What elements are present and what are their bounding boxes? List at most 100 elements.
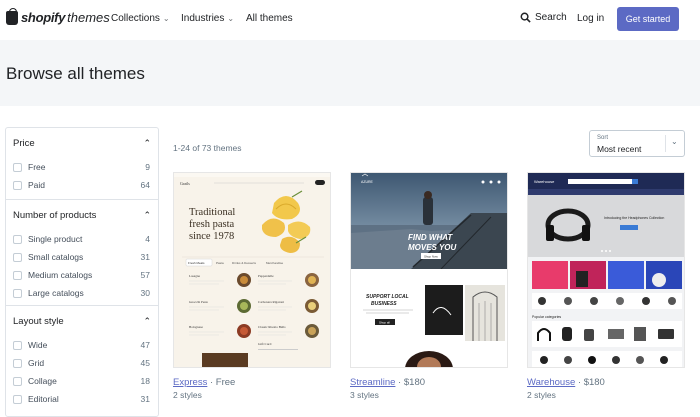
theme-styles-count: 2 styles bbox=[173, 390, 202, 400]
filter-option-count: 9 bbox=[145, 162, 150, 172]
search-button[interactable]: Search bbox=[520, 12, 567, 23]
filter-header-layout-style[interactable]: Layout style ⌃ bbox=[6, 306, 158, 336]
nav-industries-label: Industries bbox=[181, 13, 225, 24]
filter-option-editorial[interactable]: Editorial 31 bbox=[6, 390, 158, 408]
filter-title: Number of products bbox=[13, 209, 97, 221]
nav-collections-label: Collections bbox=[111, 13, 160, 24]
chevron-down-icon: ⌄ bbox=[671, 137, 678, 146]
checkbox[interactable] bbox=[13, 288, 22, 298]
results-count: 1-24 of 73 themes bbox=[173, 143, 242, 153]
preview-section: Popular categories bbox=[532, 315, 561, 319]
theme-card-express[interactable]: Grails Traditional fresh pasta since 197… bbox=[173, 172, 331, 368]
preview-item: Classic Risotto Balls bbox=[258, 325, 286, 329]
preview-sub-button: Shop all bbox=[379, 321, 390, 325]
filter-option-count: 31 bbox=[140, 394, 150, 404]
filter-option-label: Paid bbox=[28, 180, 46, 190]
filter-option-small-catalogs[interactable]: Small catalogs 31 bbox=[6, 248, 158, 266]
preview-tab: Drinks & Desserts bbox=[232, 261, 257, 265]
theme-caption-streamline: Streamline · $180 bbox=[350, 377, 425, 388]
filter-sidebar: Price ⌃ Free 9 Paid 64 Number of products ⌃ … bbox=[5, 127, 159, 417]
chevron-down-icon: ⌄ bbox=[162, 14, 170, 23]
preview-brand: Warehouse bbox=[534, 179, 555, 184]
theme-card-warehouse[interactable]: Warehouse Introducing the Headphones Col… bbox=[527, 172, 685, 368]
theme-preview-streamline: AZURE FIND WHAT MOVES YOU Shop Now SUPPO… bbox=[351, 173, 507, 367]
preview-headline-2: fresh pasta bbox=[189, 219, 235, 230]
theme-name-link[interactable]: Express bbox=[173, 377, 207, 388]
chevron-down-icon: ⌄ bbox=[227, 14, 235, 23]
filter-option-count: 64 bbox=[140, 180, 150, 190]
filter-section-price: Price ⌃ Free 9 Paid 64 bbox=[6, 128, 158, 200]
filter-title: Layout style bbox=[13, 315, 64, 327]
filter-option-count: 30 bbox=[140, 288, 150, 298]
preview-item: Carbonara Rigatoni bbox=[258, 300, 284, 304]
checkbox[interactable] bbox=[13, 394, 22, 404]
filter-option-free[interactable]: Free 9 bbox=[6, 158, 158, 176]
search-label: Search bbox=[535, 12, 567, 23]
filter-option-wide[interactable]: Wide 47 bbox=[6, 336, 158, 354]
sort-value: Most recent bbox=[597, 144, 642, 154]
filter-option-label: Wide bbox=[28, 340, 48, 350]
logo-light-text: themes bbox=[67, 10, 110, 25]
preview-tab: Fresh Meals bbox=[188, 261, 205, 265]
theme-name-link[interactable]: Warehouse bbox=[527, 377, 575, 388]
filter-option-label: Single product bbox=[28, 234, 83, 244]
filter-section-layout-style: Layout style ⌃ Wide 47 Grid 45 Collage 18 Ed… bbox=[6, 306, 158, 408]
filter-option-label: Grid bbox=[28, 358, 45, 368]
preview-item: Bolognese bbox=[189, 325, 203, 329]
filter-header-price[interactable]: Price ⌃ bbox=[6, 128, 158, 158]
shopify-bag-icon bbox=[6, 7, 18, 25]
theme-name-link[interactable]: Streamline bbox=[350, 377, 395, 388]
filter-option-label: Large catalogs bbox=[28, 288, 84, 298]
nav-collections[interactable]: Collections ⌄ bbox=[111, 13, 170, 24]
theme-preview-express: Grails Traditional fresh pasta since 197… bbox=[174, 173, 330, 367]
filter-option-label: Collage bbox=[28, 376, 57, 386]
theme-price-separator: · bbox=[207, 377, 216, 388]
filter-option-collage[interactable]: Collage 18 bbox=[6, 372, 158, 390]
login-link[interactable]: Log in bbox=[577, 13, 604, 24]
checkbox[interactable] bbox=[13, 376, 22, 386]
checkbox[interactable] bbox=[13, 340, 22, 350]
theme-card-streamline[interactable]: AZURE FIND WHAT MOVES YOU Shop Now SUPPO… bbox=[350, 172, 508, 368]
preview-item: Gnocchi Pesto bbox=[189, 300, 208, 304]
site-header: shopify themes Collections ⌄ Industries ⌄ … bbox=[0, 0, 700, 40]
filter-option-count: 45 bbox=[140, 358, 150, 368]
preview-headline-1: Traditional bbox=[189, 207, 235, 218]
filter-option-paid[interactable]: Paid 64 bbox=[6, 176, 158, 194]
chevron-up-icon: ⌃ bbox=[143, 315, 151, 326]
hero-banner: Browse all themes bbox=[0, 40, 700, 106]
theme-styles-count: 3 styles bbox=[350, 390, 379, 400]
checkbox[interactable] bbox=[13, 162, 22, 172]
checkbox[interactable] bbox=[13, 252, 22, 262]
filter-option-label: Medium catalogs bbox=[28, 270, 93, 280]
theme-caption-warehouse: Warehouse · $180 bbox=[527, 377, 605, 388]
filter-title: Price bbox=[13, 137, 35, 149]
nav-all-themes[interactable]: All themes bbox=[246, 13, 293, 24]
filter-header-number-of-products[interactable]: Number of products ⌃ bbox=[6, 200, 158, 230]
logo-bold-text: shopify bbox=[21, 10, 66, 25]
filter-option-single-product[interactable]: Single product 4 bbox=[6, 230, 158, 248]
shopify-themes-logo[interactable]: shopify themes bbox=[6, 7, 110, 25]
preview-sub-1: SUPPORT LOCAL bbox=[366, 294, 409, 300]
filter-option-grid[interactable]: Grid 45 bbox=[6, 354, 158, 372]
preview-button: Shop Now bbox=[424, 255, 439, 259]
checkbox[interactable] bbox=[13, 180, 22, 190]
filter-option-count: 31 bbox=[140, 252, 150, 262]
checkbox[interactable] bbox=[13, 234, 22, 244]
preview-headline-1: FIND WHAT bbox=[408, 233, 453, 242]
theme-caption-express: Express · Free bbox=[173, 377, 235, 388]
checkbox[interactable] bbox=[13, 270, 22, 280]
checkbox[interactable] bbox=[13, 358, 22, 368]
preview-tab: Pasta bbox=[216, 261, 224, 265]
filter-option-medium-catalogs[interactable]: Medium catalogs 57 bbox=[6, 266, 158, 284]
nav-industries[interactable]: Industries ⌄ bbox=[181, 13, 234, 24]
filter-option-large-catalogs[interactable]: Large catalogs 30 bbox=[6, 284, 158, 302]
chevron-up-icon: ⌃ bbox=[143, 137, 151, 148]
theme-preview-warehouse: Warehouse Introducing the Headphones Col… bbox=[528, 173, 684, 367]
preview-brand: Grails bbox=[180, 181, 190, 186]
theme-price-separator: · bbox=[395, 377, 404, 388]
sort-label: Sort bbox=[597, 135, 609, 141]
get-started-button[interactable]: Get started bbox=[617, 7, 679, 31]
preview-headline-2: MOVES YOU bbox=[408, 243, 457, 252]
preview-brand: AZURE bbox=[361, 180, 374, 184]
sort-select[interactable]: Sort Most recent ⌄ bbox=[589, 130, 685, 157]
